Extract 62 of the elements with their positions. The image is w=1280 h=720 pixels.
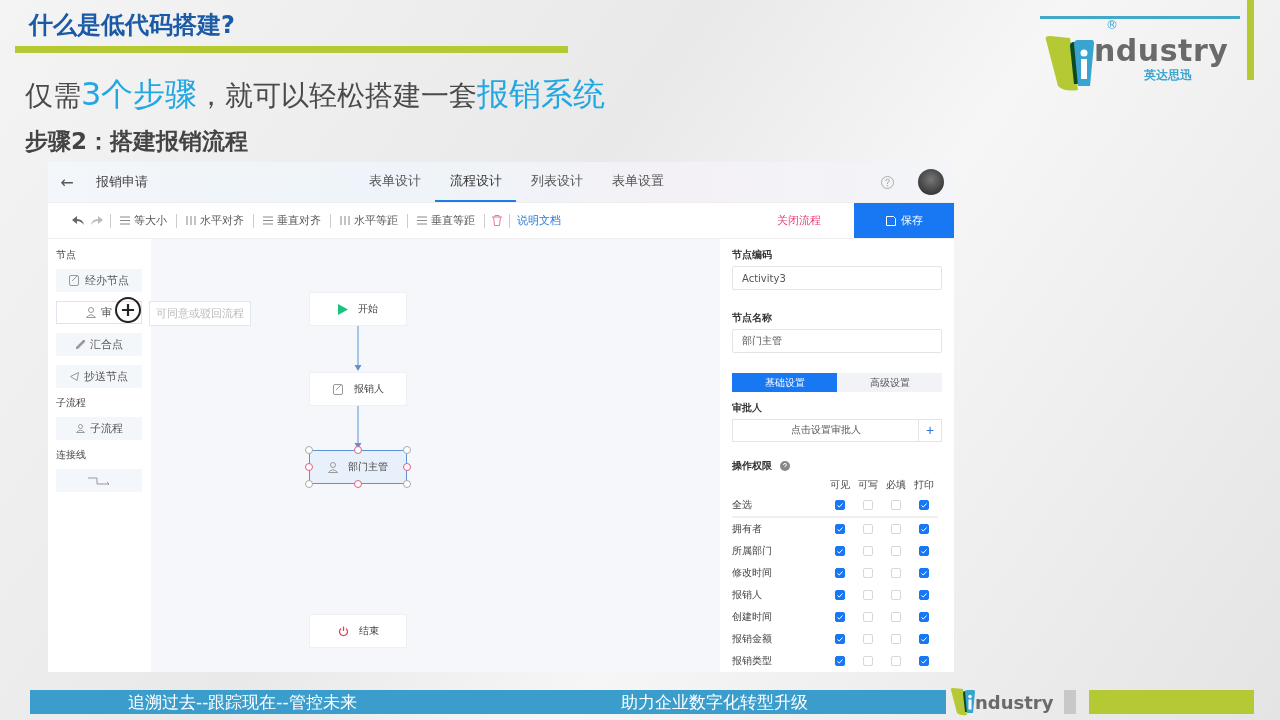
- flow-node[interactable]: 结束: [309, 614, 407, 648]
- field-label: 审批人: [732, 400, 763, 415]
- palette-item[interactable]: 抄送节点: [56, 365, 142, 388]
- field-name: 全选: [732, 494, 826, 518]
- tab[interactable]: 表单设置: [597, 162, 678, 202]
- flow-node[interactable]: 开始: [309, 292, 407, 326]
- column-header: 可见: [829, 478, 851, 492]
- field-name: 拥有者: [732, 522, 763, 536]
- settings-tab[interactable]: 基础设置: [732, 373, 837, 392]
- node-label: 部门主管: [348, 460, 388, 474]
- step-heading: 步骤2：搭建报销流程: [25, 127, 248, 156]
- footer-slogan: 助力企业数字化转型升级: [620, 690, 808, 714]
- settings-tab[interactable]: 高级设置: [837, 373, 942, 392]
- registered-mark: ®: [1106, 18, 1118, 32]
- toolbar-button[interactable]: 垂直等距: [415, 213, 477, 228]
- logo-chinese-name: 英达思迅: [1144, 68, 1192, 84]
- palette-item-label: 汇合点: [89, 337, 123, 352]
- column-header: 打印: [913, 478, 935, 492]
- palette-section-title: 节点: [56, 248, 77, 262]
- palette-item[interactable]: 经办节点: [56, 269, 142, 292]
- column-header: 必填: [885, 478, 907, 492]
- palette-section-title: 连接线: [56, 448, 87, 462]
- field-name: 所属部门: [732, 544, 773, 558]
- toolbar-button[interactable]: 水平等距: [338, 213, 400, 228]
- tab[interactable]: 表单设计: [354, 162, 435, 202]
- tab[interactable]: 列表设计: [516, 162, 597, 202]
- back-button[interactable]: ←: [48, 172, 86, 192]
- palette-item-label: 经办节点: [85, 273, 129, 288]
- palette-item-label: 子流程: [89, 421, 123, 436]
- node-label: 报销人: [353, 382, 384, 396]
- node-label: 开始: [358, 302, 378, 316]
- field-name: 报销金额: [732, 632, 773, 646]
- footer-slogan: 追溯过去--跟踪现在--管控未来: [128, 690, 357, 714]
- logo-wordmark: ndustry: [1094, 34, 1229, 68]
- palette-section-title: 子流程: [56, 396, 87, 410]
- field-name: 报销类型: [732, 654, 773, 668]
- node-label: 结束: [358, 624, 379, 638]
- toolbar-button[interactable]: 水平对齐: [184, 213, 246, 228]
- slide-title: 什么是低代码搭建?: [27, 10, 236, 41]
- palette-item-label: 抄送节点: [84, 369, 128, 384]
- palette-item[interactable]: 子流程: [56, 417, 142, 440]
- toolbar-button[interactable]: 等大小: [118, 213, 169, 228]
- doc-link[interactable]: 说明文档: [517, 213, 561, 228]
- field-name: 创建时间: [732, 610, 773, 624]
- column-header: 可写: [857, 478, 879, 492]
- close-flow-button[interactable]: 关闭流程: [744, 212, 854, 229]
- app-title: 报销申请: [95, 173, 149, 191]
- field-name: 报销人: [732, 588, 763, 602]
- field-name: 修改时间: [732, 566, 773, 580]
- palette-item[interactable]: 汇合点: [56, 333, 142, 356]
- tab[interactable]: 流程设计: [435, 162, 516, 202]
- section-title: 操作权限: [732, 459, 772, 473]
- node-name-field[interactable]: 部门主管: [732, 329, 942, 354]
- toolbar-button[interactable]: 垂直对齐: [261, 213, 323, 228]
- field-label: 节点名称: [732, 311, 773, 326]
- palette-item-label: 审: [101, 305, 112, 320]
- field-label: 节点编码: [732, 248, 773, 262]
- flow-node[interactable]: 报销人: [309, 372, 407, 406]
- save-button[interactable]: 保存: [854, 203, 954, 238]
- slide-subtitle: 仅需3个步骤，就可以轻松搭建一套报销系统: [25, 74, 606, 115]
- logo-wordmark: ndustry: [975, 691, 1054, 713]
- node-code-field[interactable]: Activity3: [732, 266, 942, 291]
